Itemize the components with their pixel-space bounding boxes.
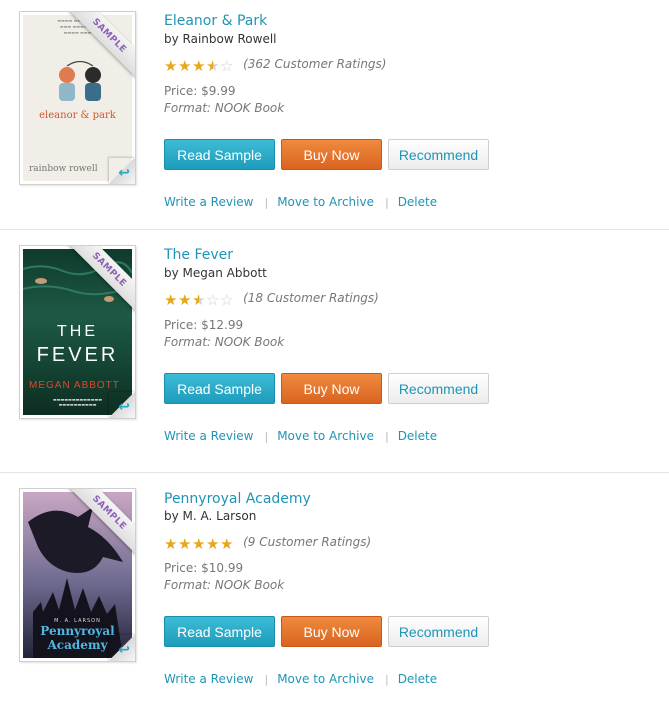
move-to-archive-link[interactable]: Move to Archive: [277, 195, 374, 209]
star-empty-icon: ☆: [220, 57, 234, 75]
book-title[interactable]: Eleanor & Park: [164, 13, 267, 29]
star-rating: ★★★★★ (9 Customer Ratings): [164, 534, 371, 553]
star-full-icon: ★: [178, 535, 192, 553]
star-rating: ★★★★☆ (362 Customer Ratings): [164, 56, 386, 75]
divider: [0, 229, 669, 230]
price: Price: $12.99: [164, 318, 244, 332]
cover-author: MEGAN ABBOTT: [29, 380, 120, 391]
link-separator: |: [264, 196, 269, 209]
star-full-icon: ★: [192, 535, 206, 553]
link-separator: |: [264, 673, 269, 686]
write-review-link[interactable]: Write a Review: [164, 195, 253, 209]
star-half-icon: ★: [192, 291, 206, 309]
star-full-icon: ★: [206, 535, 220, 553]
book-title[interactable]: Pennyroyal Academy: [164, 491, 311, 507]
star-empty-icon: ☆: [206, 291, 220, 309]
book-cover[interactable]: THE FEVER MEGAN ABBOTT ▬▬▬▬▬▬▬▬▬▬▬▬▬ ▬▬▬▬…: [19, 245, 136, 419]
cover-title: FEVER: [36, 344, 119, 366]
move-to-archive-link[interactable]: Move to Archive: [277, 672, 374, 686]
star-full-icon: ★: [164, 57, 178, 75]
buy-now-button[interactable]: Buy Now: [281, 139, 382, 170]
star-full-icon: ★: [192, 57, 206, 75]
star-empty-icon: ☆: [220, 291, 234, 309]
read-sample-button[interactable]: Read Sample: [164, 373, 275, 404]
recommend-button[interactable]: Recommend: [388, 139, 489, 170]
star-full-icon: ★: [220, 535, 234, 553]
buy-now-button[interactable]: Buy Now: [281, 373, 382, 404]
turn-arrow-icon: ↩: [118, 165, 130, 181]
format: Format: NOOK Book: [164, 101, 285, 115]
divider: [0, 472, 669, 473]
star-half-icon: ★: [206, 57, 220, 75]
format: Format: NOOK Book: [164, 335, 285, 349]
star-rating: ★★★☆☆ (18 Customer Ratings): [164, 290, 379, 309]
write-review-link[interactable]: Write a Review: [164, 672, 253, 686]
link-separator: |: [384, 196, 389, 209]
book-author: by Megan Abbott: [164, 266, 267, 280]
delete-link[interactable]: Delete: [398, 672, 437, 686]
turn-arrow-icon: ↩: [118, 399, 130, 415]
rating-count[interactable]: (18 Customer Ratings): [243, 291, 379, 305]
read-sample-button[interactable]: Read Sample: [164, 139, 275, 170]
book-author: by M. A. Larson: [164, 509, 257, 523]
link-separator: |: [264, 430, 269, 443]
book-cover[interactable]: M. A. LARSON Pennyroyal Academy SAMPLE ↩: [19, 488, 136, 662]
format: Format: NOOK Book: [164, 578, 285, 592]
book-title[interactable]: The Fever: [164, 247, 233, 263]
teens-illustration: [59, 61, 101, 101]
recommend-button[interactable]: Recommend: [388, 373, 489, 404]
write-review-link[interactable]: Write a Review: [164, 429, 253, 443]
cover-title: eleanor & park: [39, 110, 116, 121]
action-links: Write a Review | Move to Archive | Delete: [164, 429, 437, 443]
read-sample-button[interactable]: Read Sample: [164, 616, 275, 647]
price: Price: $9.99: [164, 84, 236, 98]
link-separator: |: [384, 430, 389, 443]
action-links: Write a Review | Move to Archive | Delete: [164, 672, 437, 686]
turn-arrow-icon: ↩: [118, 642, 130, 658]
delete-link[interactable]: Delete: [398, 195, 437, 209]
rating-count[interactable]: (9 Customer Ratings): [243, 535, 371, 549]
star-full-icon: ★: [178, 291, 192, 309]
delete-link[interactable]: Delete: [398, 429, 437, 443]
rating-count[interactable]: (362 Customer Ratings): [243, 57, 386, 71]
link-separator: |: [384, 673, 389, 686]
recommend-button[interactable]: Recommend: [388, 616, 489, 647]
star-full-icon: ★: [164, 535, 178, 553]
book-author: by Rainbow Rowell: [164, 32, 277, 46]
price: Price: $10.99: [164, 561, 244, 575]
book-cover[interactable]: ▬▬▬▬ ▬▬ ▬▬▬▬ ▬▬▬ ▬▬▬▬▬▬ ▬▬▬▬ ▬▬▬ eleanor &…: [19, 11, 136, 185]
star-full-icon: ★: [164, 291, 178, 309]
buy-now-button[interactable]: Buy Now: [281, 616, 382, 647]
star-full-icon: ★: [178, 57, 192, 75]
move-to-archive-link[interactable]: Move to Archive: [277, 429, 374, 443]
action-links: Write a Review | Move to Archive | Delete: [164, 195, 437, 209]
cover-title: THE: [57, 323, 98, 340]
